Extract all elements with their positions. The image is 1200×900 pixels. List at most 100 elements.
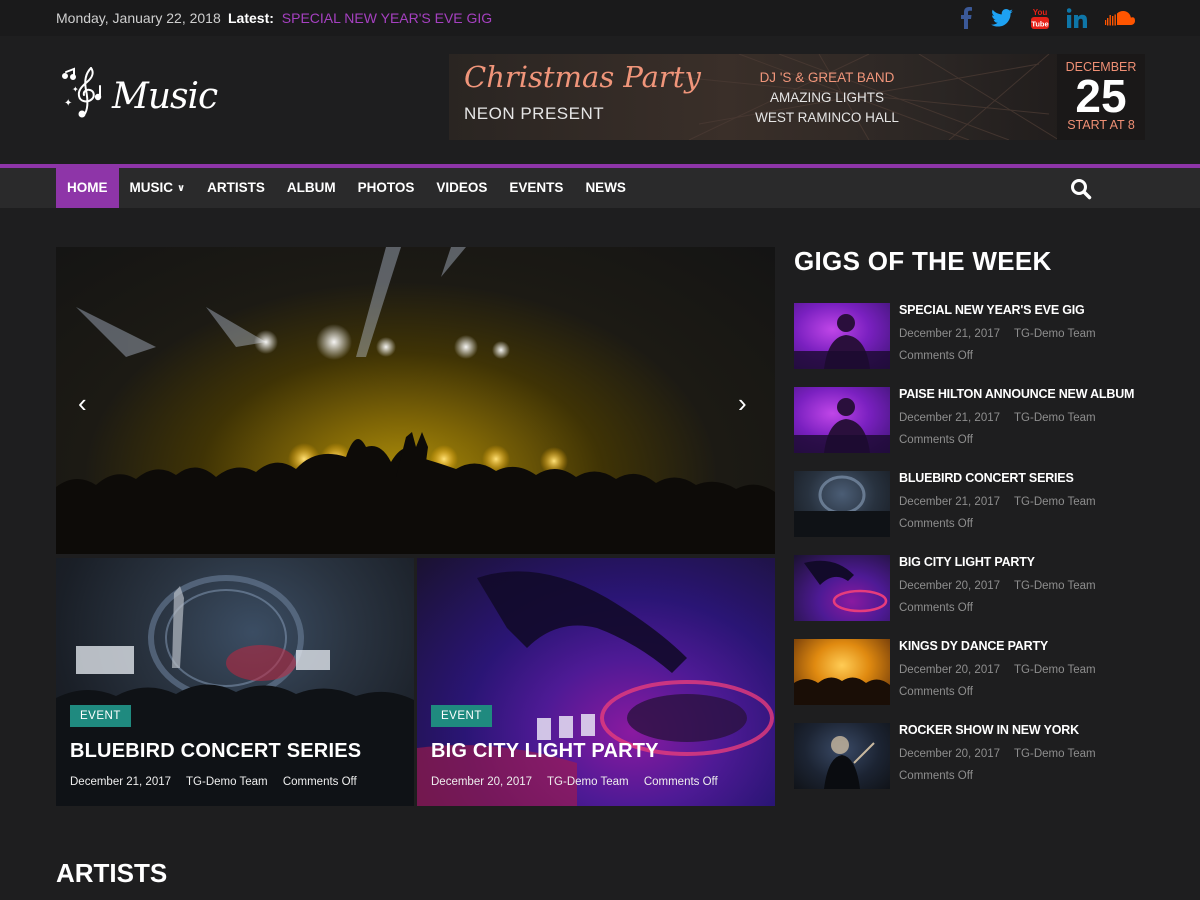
banner-day: 25 xyxy=(1075,70,1127,122)
gig-date[interactable]: December 21, 2017 xyxy=(899,496,1000,508)
banner-details: DJ 'S & GREAT BAND AMAZING LIGHTS WEST R… xyxy=(707,68,947,128)
gig-author[interactable]: TG-Demo Team xyxy=(1014,664,1096,676)
category-tag[interactable]: EVENT xyxy=(431,705,492,727)
nav-item-label: PHOTOS xyxy=(357,180,415,195)
gig-list-item[interactable]: BLUEBIRD CONCERT SERIES December 21, 201… xyxy=(794,471,1154,537)
gig-date[interactable]: December 21, 2017 xyxy=(899,412,1000,424)
nav-item-label: NEWS xyxy=(585,180,626,195)
nav-item-artists[interactable]: ARTISTS xyxy=(196,168,276,208)
banner-date-box: DECEMBER 25 START AT 8 xyxy=(1057,54,1145,140)
gig-author[interactable]: TG-Demo Team xyxy=(1014,496,1096,508)
gig-title[interactable]: SPECIAL NEW YEAR'S EVE GIG xyxy=(899,303,1085,317)
youtube-icon[interactable]: You Tube xyxy=(1030,6,1050,30)
gig-date[interactable]: December 20, 2017 xyxy=(899,748,1000,760)
logo-text: Music xyxy=(112,76,218,117)
gig-author[interactable]: TG-Demo Team xyxy=(1014,748,1096,760)
featured-title[interactable]: BLUEBIRD CONCERT SERIES xyxy=(70,740,361,763)
post-author[interactable]: TG-Demo Team xyxy=(186,776,268,788)
gig-list-item[interactable]: ROCKER SHOW IN NEW YORK December 20, 201… xyxy=(794,723,1154,789)
nav-item-home[interactable]: HOME xyxy=(56,168,119,208)
gig-title[interactable]: PAISE HILTON ANNOUNCE NEW ALBUM xyxy=(899,387,1134,401)
nav-item-album[interactable]: ALBUM xyxy=(276,168,347,208)
gig-meta: December 21, 2017 TG-Demo Team xyxy=(899,496,1110,508)
post-comments: Comments Off xyxy=(643,776,718,788)
slider-next-icon[interactable]: › xyxy=(738,388,747,419)
gig-comments: Comments Off xyxy=(899,686,973,698)
facebook-icon[interactable] xyxy=(958,6,974,30)
gig-list-item[interactable]: PAISE HILTON ANNOUNCE NEW ALBUM December… xyxy=(794,387,1154,453)
banner-line-3: WEST RAMINCO HALL xyxy=(755,110,899,125)
twitter-icon[interactable] xyxy=(990,6,1014,30)
banner-start-time: START AT 8 xyxy=(1067,118,1135,132)
nav-item-events[interactable]: EVENTS xyxy=(498,168,574,208)
latest-label: Latest: xyxy=(228,10,274,26)
featured-card[interactable]: EVENT BLUEBIRD CONCERT SERIES December 2… xyxy=(56,558,414,806)
nav-item-label: VIDEOS xyxy=(436,180,488,195)
post-comments: Comments Off xyxy=(282,776,357,788)
gig-author[interactable]: TG-Demo Team xyxy=(1014,328,1096,340)
gig-thumbnail[interactable] xyxy=(794,555,890,621)
category-tag[interactable]: EVENT xyxy=(70,705,131,727)
banner-subtitle: NEON PRESENT xyxy=(464,104,605,123)
gig-list-item[interactable]: SPECIAL NEW YEAR'S EVE GIG December 21, … xyxy=(794,303,1154,369)
gig-author[interactable]: TG-Demo Team xyxy=(1014,580,1096,592)
gig-list-item[interactable]: BIG CITY LIGHT PARTY December 20, 2017 TG… xyxy=(794,555,1154,621)
svg-text:Tube: Tube xyxy=(1031,20,1048,29)
featured-card[interactable]: EVENT BIG CITY LIGHT PARTY December 20, … xyxy=(417,558,775,806)
sidebar-heading: GIGS OF THE WEEK xyxy=(794,246,1052,276)
linkedin-icon[interactable] xyxy=(1066,6,1088,30)
nav-item-label: ALBUM xyxy=(286,180,336,195)
latest-link[interactable]: SPECIAL NEW YEAR'S EVE GIG xyxy=(282,10,492,26)
nav-item-label: HOME xyxy=(67,180,108,195)
main-navigation: HOME MUSIC ∨ ARTISTS ALBUM PHOTOS VIDEOS … xyxy=(0,164,1200,208)
nav-item-music[interactable]: MUSIC ∨ xyxy=(119,168,197,208)
featured-meta: December 21, 2017 TG-Demo Team Comments … xyxy=(70,776,369,788)
christmas-party-banner[interactable]: Christmas Party NEON PRESENT DJ 'S & GRE… xyxy=(449,54,1145,140)
top-bar: Monday, January 22, 2018 Latest: SPECIAL… xyxy=(0,0,1200,36)
featured-title[interactable]: BIG CITY LIGHT PARTY xyxy=(431,740,659,763)
gig-title[interactable]: ROCKER SHOW IN NEW YORK xyxy=(899,723,1079,737)
svg-text:✦: ✦ xyxy=(64,98,72,109)
search-icon[interactable] xyxy=(1070,178,1092,200)
gig-meta: December 20, 2017 TG-Demo Team xyxy=(899,748,1110,760)
gig-date[interactable]: December 20, 2017 xyxy=(899,664,1000,676)
soundcloud-icon[interactable] xyxy=(1104,6,1136,30)
gig-date[interactable]: December 21, 2017 xyxy=(899,328,1000,340)
post-date[interactable]: December 20, 2017 xyxy=(431,776,532,788)
gig-list-item[interactable]: KINGS DY DANCE PARTY December 20, 2017 TG… xyxy=(794,639,1154,705)
post-author[interactable]: TG-Demo Team xyxy=(547,776,629,788)
gig-meta: December 20, 2017 TG-Demo Team xyxy=(899,580,1110,592)
post-date[interactable]: December 21, 2017 xyxy=(70,776,171,788)
gig-meta: December 21, 2017 TG-Demo Team xyxy=(899,412,1110,424)
chevron-down-icon: ∨ xyxy=(177,183,186,194)
hero-slider[interactable]: ‹ › xyxy=(56,247,775,554)
gig-comments: Comments Off xyxy=(899,518,973,530)
site-logo[interactable]: ✦ ✦ Music xyxy=(60,62,218,122)
nav-item-photos[interactable]: PHOTOS xyxy=(347,168,426,208)
gig-date[interactable]: December 20, 2017 xyxy=(899,580,1000,592)
nav-item-news[interactable]: NEWS xyxy=(574,168,637,208)
nav-item-label: MUSIC xyxy=(129,180,174,195)
treble-clef-icon: ✦ ✦ xyxy=(62,67,102,118)
featured-meta: December 20, 2017 TG-Demo Team Comments … xyxy=(431,776,730,788)
gig-thumbnail[interactable] xyxy=(794,303,890,369)
banner-title: Christmas Party xyxy=(464,60,701,94)
svg-text:You: You xyxy=(1033,8,1048,17)
banner-line-1: DJ 'S & GREAT BAND xyxy=(759,70,895,85)
gig-meta: December 20, 2017 TG-Demo Team xyxy=(899,664,1110,676)
gig-title[interactable]: KINGS DY DANCE PARTY xyxy=(899,639,1048,653)
gig-title[interactable]: BIG CITY LIGHT PARTY xyxy=(899,555,1035,569)
nav-item-videos[interactable]: VIDEOS xyxy=(425,168,498,208)
slider-prev-icon[interactable]: ‹ xyxy=(78,388,87,419)
gig-comments: Comments Off xyxy=(899,434,973,446)
artists-section-heading: ARTISTS xyxy=(56,858,168,888)
gig-thumbnail[interactable] xyxy=(794,387,890,453)
gig-author[interactable]: TG-Demo Team xyxy=(1014,412,1096,424)
gig-thumbnail[interactable] xyxy=(794,639,890,705)
gig-thumbnail[interactable] xyxy=(794,471,890,537)
latest-ticker: Latest: SPECIAL NEW YEAR'S EVE GIG xyxy=(228,10,492,26)
svg-text:✦: ✦ xyxy=(72,85,79,94)
gig-title[interactable]: BLUEBIRD CONCERT SERIES xyxy=(899,471,1074,485)
banner-line-2: AMAZING LIGHTS xyxy=(769,90,884,105)
gig-thumbnail[interactable] xyxy=(794,723,890,789)
